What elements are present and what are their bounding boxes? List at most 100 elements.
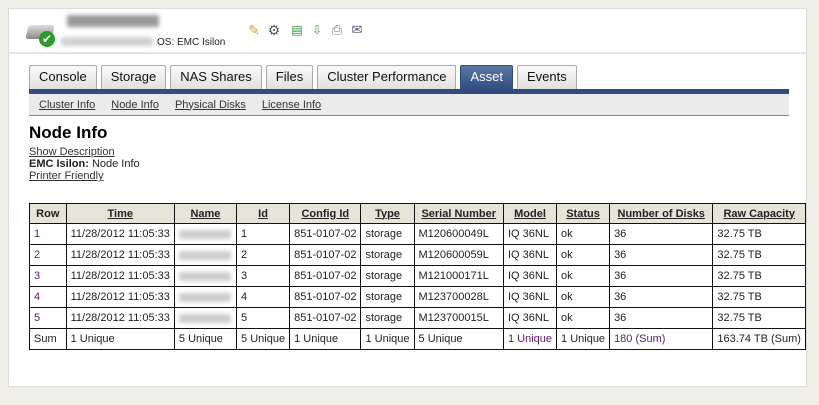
summary-cell: 1 Unique [65,328,175,350]
main-panel: ✔ OS: EMC Isilon ✎ ⚙ ▤ ⇩ ⎙ ✉ Console Sto… [8,8,807,387]
table-cell: 36 [609,265,714,287]
name-cell-redacted [173,265,238,287]
column-header: Row [29,203,67,224]
print-icon[interactable]: ⎙ [328,21,346,39]
table-cell: M120600049L [413,223,504,245]
table-cell: IQ 36NL [502,265,558,287]
redacted-name [178,251,231,260]
column-header-label: Raw Capacity [723,207,795,220]
subnav-physical-disks[interactable]: Physical Disks [175,99,246,111]
column-header-label: Id [258,207,268,220]
summary-cell: 5 Unique [173,328,238,350]
device-address-redacted [61,37,153,46]
summary-cell: 1 Unique [360,328,415,350]
table-cell: ok [556,265,611,287]
tab-events[interactable]: Events [516,65,577,89]
table-cell: 36 [609,244,714,266]
column-header-label: Number of Disks [617,207,705,220]
column-header[interactable]: Model [502,203,558,224]
table-cell: 36 [609,223,714,245]
table-cell: 3 [29,265,67,287]
table-cell: 32.75 TB [712,244,806,266]
table-cell: 851-0107-02 [289,265,362,287]
tab-console[interactable]: Console [29,65,97,89]
name-cell-redacted [173,244,238,266]
printer-friendly-link[interactable]: Printer Friendly [29,170,104,182]
table-cell: IQ 36NL [502,244,558,266]
table-row: 4 11/28/2012 11:05:33 4 851-0107-02 storage M… [29,286,806,308]
table-cell: 11/28/2012 11:05:33 [65,223,175,245]
summary-row: Sum 1 Unique 5 Unique 5 Unique 1 Unique 1 Uni… [29,328,806,350]
table-cell: IQ 36NL [502,286,558,308]
summary-cell: 5 Unique [413,328,504,350]
table-cell: storage [360,307,415,329]
column-header[interactable]: Config Id [289,203,362,224]
node-info-table: Row Time Name Id Config Id Type Serial Number M… [29,203,806,350]
table-row: 2 11/28/2012 11:05:33 2 851-0107-02 storage M… [29,244,806,266]
table-cell: M123700028L [413,286,504,308]
subnav-cluster-info[interactable]: Cluster Info [39,99,95,111]
tab-bar: Console Storage NAS Shares Files Cluster… [29,65,577,89]
table-cell: 32.75 TB [712,286,806,308]
table-row: 1 11/28/2012 11:05:33 1 851-0107-02 storage M… [29,223,806,245]
column-header[interactable]: Name [173,203,238,224]
table-cell: 5 [236,307,291,329]
table-cell: 32.75 TB [712,307,806,329]
table-row: 5 11/28/2012 11:05:33 5 851-0107-02 storage M… [29,307,806,329]
column-header-label: Name [190,207,221,220]
table-cell: 2 [29,244,67,266]
table-cell: 3 [236,265,291,287]
table-cell: storage [360,265,415,287]
column-header-label: Model [514,207,546,220]
summary-cell: Sum [29,328,67,350]
table-cell: 1 [29,223,67,245]
report-icon[interactable]: ▤ [288,21,306,39]
column-header[interactable]: Status [556,203,611,224]
column-header[interactable]: Number of Disks [609,203,714,224]
table-cell: storage [360,244,415,266]
redacted-name [178,314,231,323]
table-cell: 11/28/2012 11:05:33 [65,265,175,287]
table-cell: 4 [29,286,67,308]
column-header[interactable]: Type [360,203,415,224]
context-text: Node Info [88,158,140,170]
column-header-label: Time [107,207,133,220]
name-cell-redacted [173,223,238,245]
tab-storage[interactable]: Storage [100,65,167,89]
tab-files[interactable]: Files [265,65,314,89]
column-header[interactable]: Id [236,203,291,224]
context-bold: EMC Isilon: [29,158,89,170]
gear-icon[interactable]: ⚙ [265,21,283,39]
tab-asset[interactable]: Asset [460,65,513,89]
summary-cell: 1 Unique [556,328,611,350]
column-header-label: Status [566,207,600,220]
column-header[interactable]: Raw Capacity [712,203,806,224]
email-icon[interactable]: ✉ [348,21,366,39]
pencil-icon[interactable]: ✎ [245,21,263,39]
column-header-label: Serial Number [421,207,497,220]
summary-cell: 180 (Sum) [609,328,714,350]
name-cell-redacted [173,286,238,308]
summary-cell: 1 Unique [502,328,558,350]
server-ok-icon: ✔ [25,21,57,47]
show-description-link[interactable]: Show Description [29,146,115,158]
column-header[interactable]: Time [65,203,175,224]
tab-nas-shares[interactable]: NAS Shares [170,65,262,89]
table-cell: ok [556,286,611,308]
table-cell: ok [556,223,611,245]
tab-cluster-performance[interactable]: Cluster Performance [317,65,457,89]
export-icon[interactable]: ⇩ [308,21,326,39]
subnav-node-info[interactable]: Node Info [111,99,159,111]
column-header[interactable]: Serial Number [413,203,504,224]
subnav-license-info[interactable]: License Info [262,99,321,111]
table-cell: M120600059L [413,244,504,266]
table-cell: 11/28/2012 11:05:33 [65,244,175,266]
table-cell: 36 [609,286,714,308]
table-cell: ok [556,307,611,329]
table-cell: 32.75 TB [712,223,806,245]
redacted-name [178,272,231,281]
redacted-name [178,230,231,239]
table-cell: storage [360,223,415,245]
table-cell: 1 [236,223,291,245]
table-cell: 851-0107-02 [289,307,362,329]
